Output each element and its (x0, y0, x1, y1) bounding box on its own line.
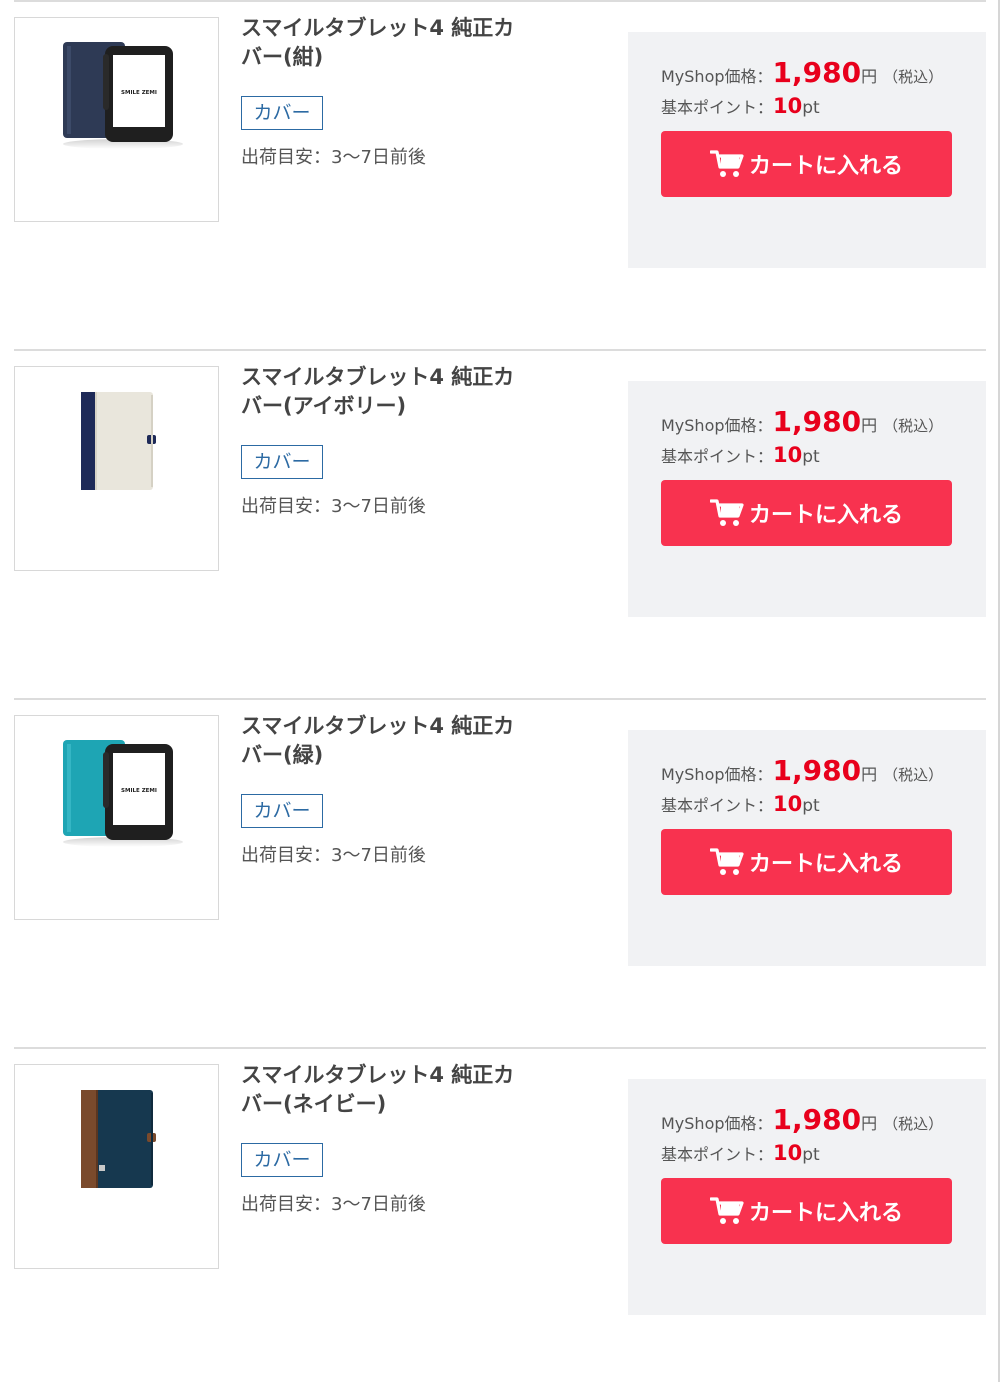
price-label: MyShop価格： (661, 1114, 773, 1133)
tax-note: （税込） (883, 766, 944, 784)
product-image[interactable]: SMILE ZEMI (14, 715, 219, 920)
device-logo-text: SMILE ZEMI (121, 90, 157, 96)
product-name-line1: スマイルタブレット4 純正カ (241, 714, 515, 738)
price-label: MyShop価格： (661, 67, 773, 86)
product-name-line2: バー(アイボリー) (241, 394, 407, 418)
add-to-cart-button[interactable]: カートに入れる (661, 1178, 952, 1244)
product-name-line2: バー(ネイビー) (241, 1092, 387, 1116)
tablet-cover-green-image: SMILE ZEMI (63, 740, 183, 847)
price-value: 1,980 (772, 405, 862, 438)
device-logo-text: SMILE ZEMI (121, 788, 157, 794)
points-line: 基本ポイント：10pt (661, 792, 820, 816)
shopping-cart-icon (709, 847, 744, 877)
product-item: SMILE ZEMI スマイルタブレット4 純正カ バー(緑) カバー 出荷目安… (14, 698, 986, 1046)
price-unit: 円 (861, 1114, 878, 1133)
shopping-cart-icon (709, 1196, 744, 1226)
shipping-estimate: 出荷目安：3～7日前後 (241, 845, 426, 866)
points-value: 10 (773, 1141, 803, 1165)
price-box: MyShop価格：1,980円 （税込） 基本ポイント：10pt カートに入れる (628, 1079, 986, 1315)
points-unit: pt (802, 796, 820, 816)
points-unit: pt (802, 1145, 820, 1165)
points-label: 基本ポイント： (661, 447, 774, 466)
add-to-cart-label: カートに入れる (748, 503, 903, 528)
divider (14, 1047, 986, 1049)
price-value: 1,980 (772, 754, 862, 787)
tablet-cover-navy-brown-image (81, 1090, 156, 1188)
points-label: 基本ポイント： (661, 1145, 774, 1164)
price-unit: 円 (861, 416, 878, 435)
shipping-estimate: 出荷目安：3～7日前後 (241, 147, 426, 168)
divider (14, 0, 986, 2)
points-unit: pt (802, 98, 820, 118)
shopping-cart-icon (709, 149, 744, 179)
product-image[interactable]: SMILE ZEMI (14, 17, 219, 222)
price-line: MyShop価格：1,980円 （税込） (661, 405, 943, 438)
tax-note: （税込） (883, 68, 944, 86)
category-tag[interactable]: カバー (241, 96, 323, 130)
product-item: SMILE ZEMI スマイルタブレット4 純正カ バー(紺) カバー 出荷目安… (14, 0, 986, 348)
price-label: MyShop価格： (661, 765, 773, 784)
tablet-cover-navy-image: SMILE ZEMI (63, 42, 183, 149)
points-value: 10 (773, 94, 803, 118)
points-label: 基本ポイント： (661, 98, 774, 117)
divider (14, 349, 986, 351)
points-label: 基本ポイント： (661, 796, 774, 815)
price-line: MyShop価格：1,980円 （税込） (661, 1103, 943, 1136)
shopping-cart-icon (709, 498, 744, 528)
add-to-cart-label: カートに入れる (748, 852, 903, 877)
product-image[interactable] (14, 366, 219, 571)
product-name[interactable]: スマイルタブレット4 純正カ バー(ネイビー) (241, 1061, 541, 1119)
points-line: 基本ポイント：10pt (661, 94, 820, 118)
price-box: MyShop価格：1,980円 （税込） 基本ポイント：10pt カートに入れる (628, 730, 986, 966)
product-item: スマイルタブレット4 純正カ バー(アイボリー) カバー 出荷目安：3～7日前後… (14, 349, 986, 697)
category-tag[interactable]: カバー (241, 445, 323, 479)
product-name-line1: スマイルタブレット4 純正カ (241, 16, 515, 40)
price-label: MyShop価格： (661, 416, 773, 435)
product-name[interactable]: スマイルタブレット4 純正カ バー(紺) (241, 14, 541, 72)
tax-note: （税込） (883, 417, 944, 435)
add-to-cart-button[interactable]: カートに入れる (661, 829, 952, 895)
price-box: MyShop価格：1,980円 （税込） 基本ポイント：10pt カートに入れる (628, 381, 986, 617)
product-item: スマイルタブレット4 純正カ バー(ネイビー) カバー 出荷目安：3～7日前後 … (14, 1047, 986, 1395)
product-image[interactable] (14, 1064, 219, 1269)
price-line: MyShop価格：1,980円 （税込） (661, 56, 943, 89)
product-name-line1: スマイルタブレット4 純正カ (241, 365, 515, 389)
points-line: 基本ポイント：10pt (661, 1141, 820, 1165)
category-tag[interactable]: カバー (241, 794, 323, 828)
add-to-cart-label: カートに入れる (748, 1201, 903, 1226)
price-unit: 円 (861, 67, 878, 86)
divider (14, 698, 986, 700)
points-value: 10 (773, 792, 803, 816)
points-value: 10 (773, 443, 803, 467)
points-line: 基本ポイント：10pt (661, 443, 820, 467)
price-unit: 円 (861, 765, 878, 784)
add-to-cart-button[interactable]: カートに入れる (661, 131, 952, 197)
price-box: MyShop価格：1,980円 （税込） 基本ポイント：10pt カートに入れる (628, 32, 986, 268)
product-name[interactable]: スマイルタブレット4 純正カ バー(緑) (241, 712, 541, 770)
product-name-line1: スマイルタブレット4 純正カ (241, 1063, 515, 1087)
shipping-estimate: 出荷目安：3～7日前後 (241, 496, 426, 517)
shipping-estimate: 出荷目安：3～7日前後 (241, 1194, 426, 1215)
price-value: 1,980 (772, 56, 862, 89)
price-value: 1,980 (772, 1103, 862, 1136)
price-line: MyShop価格：1,980円 （税込） (661, 754, 943, 787)
tablet-cover-ivory-image (81, 392, 156, 490)
add-to-cart-label: カートに入れる (748, 154, 903, 179)
add-to-cart-button[interactable]: カートに入れる (661, 480, 952, 546)
category-tag[interactable]: カバー (241, 1143, 323, 1177)
product-name-line2: バー(紺) (241, 45, 324, 69)
product-name[interactable]: スマイルタブレット4 純正カ バー(アイボリー) (241, 363, 541, 421)
product-name-line2: バー(緑) (241, 743, 324, 767)
points-unit: pt (802, 447, 820, 467)
tax-note: （税込） (883, 1115, 944, 1133)
